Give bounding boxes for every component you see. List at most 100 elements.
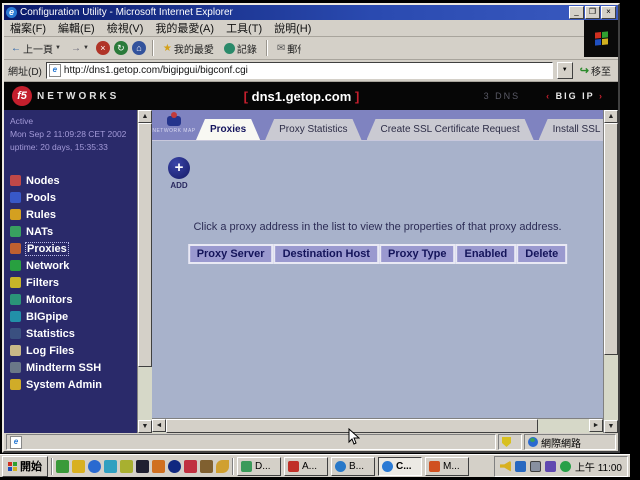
address-label: 網址(D) [8,63,42,78]
menu-view[interactable]: 檢視(V) [107,20,144,36]
sidebar-scroll-track[interactable] [138,123,152,420]
home-button[interactable]: ⌂ [132,41,146,55]
sidebar-item-nats[interactable]: NATs [10,223,137,240]
window-icon [241,461,252,472]
start-button[interactable]: 開始 [2,456,48,477]
maximize-button[interactable]: ❐ [585,6,600,19]
mail-button[interactable]: ✉ 郵件 [274,40,304,57]
tab-create-ssl-certificate-request[interactable]: Create SSL Certificate Request [367,119,534,140]
scroll-down-icon[interactable]: ▼ [604,420,618,433]
sidebar-item-log-files[interactable]: Log Files [10,342,137,359]
zone-label: 網際網路 [541,435,581,450]
taskbar-window-button-2[interactable]: A... [284,457,328,476]
sidebar-scrollbar[interactable]: ▲ ▼ [137,110,152,433]
mail-envelope-icon: ✉ [277,43,285,54]
page-vertical-scrollbar[interactable]: ▲ ▼ [603,110,618,433]
sidebar-item-system-admin[interactable]: System Admin [10,376,137,393]
scroll-up-icon[interactable]: ▲ [604,110,618,123]
ie-app-icon: e [6,7,17,18]
tray-app-icon[interactable] [545,461,556,472]
sidebar-item-network[interactable]: Network [10,257,137,274]
address-dropdown-icon[interactable]: ▼ [557,62,573,79]
sidebar-item-rules[interactable]: Rules [10,206,137,223]
quick-launch-icon[interactable] [120,460,133,473]
close-button[interactable]: × [601,6,616,19]
back-button[interactable]: ← 上一頁 ▼ [8,40,64,57]
quick-launch-icon[interactable] [200,460,213,473]
quick-launch-icon[interactable] [216,460,229,473]
network-map-button[interactable]: NETWORK MAP [152,110,196,140]
sidebar-item-filters[interactable]: Filters [10,274,137,291]
banner-right-nav: 3 DNS ‹ BIG IP › [484,91,604,101]
quick-launch-icon[interactable] [168,460,181,473]
scroll-right-icon[interactable]: ► [589,419,603,432]
sidebar-scroll-thumb[interactable] [138,123,152,367]
taskbar-window-button-3[interactable]: B... [331,457,375,476]
quick-launch-icon[interactable] [56,460,69,473]
go-button[interactable]: ↪ 移至 [577,63,614,78]
menu-help[interactable]: 說明(H) [274,20,311,36]
sidebar-item-nodes[interactable]: Nodes [10,172,137,189]
scroll-left-icon[interactable]: ◄ [152,419,166,432]
ie-window: e Configuration Utility - Microsoft Inte… [2,3,620,453]
sidebar-nav: Active Mon Sep 2 11:09:28 CET 2002 uptim… [4,110,137,433]
menu-file[interactable]: 檔案(F) [10,20,46,36]
menu-tools[interactable]: 工具(T) [226,20,262,36]
add-proxy-button[interactable]: + [168,157,190,179]
column-proxy-server: Proxy Server [188,244,274,264]
minimize-button[interactable]: _ [569,6,584,19]
quick-launch-icon[interactable] [136,460,149,473]
scroll-up-icon[interactable]: ▲ [138,110,152,123]
bigpipe-icon [10,311,21,322]
sidebar-item-mindterm-ssh[interactable]: Mindterm SSH [10,359,137,376]
quick-launch-icon[interactable] [184,460,197,473]
volume-icon[interactable] [500,461,511,472]
v-scroll-thumb[interactable] [604,123,618,355]
network-icon [10,260,21,271]
h-scroll-track[interactable] [166,419,589,433]
title-bar[interactable]: e Configuration Utility - Microsoft Inte… [4,5,618,20]
sidebar-item-statistics[interactable]: Statistics [10,325,137,342]
forward-dropdown-icon[interactable]: ▼ [83,45,89,51]
banner-3dns-link[interactable]: 3 DNS [484,91,521,101]
quick-launch-icon[interactable] [104,460,117,473]
horizontal-scrollbar[interactable]: ◄ ► [152,418,603,433]
tab-proxies[interactable]: Proxies [196,119,260,140]
messenger-icon[interactable] [515,461,526,472]
address-input[interactable]: e http://dns1.getop.com/bigipgui/bigconf… [46,62,553,79]
status-uptime: uptime: 20 days, 15:35:33 [10,141,137,154]
pools-icon [10,192,21,203]
proxies-page: + ADD Click a proxy address in the list … [152,141,603,418]
forward-button[interactable]: → ▼ [68,42,92,55]
scroll-down-icon[interactable]: ▼ [138,420,152,433]
history-button[interactable]: 記錄 [221,40,260,57]
taskbar-window-button-1[interactable]: D... [237,457,281,476]
menu-edit[interactable]: 編輯(E) [58,20,95,36]
quick-launch-icon[interactable] [88,460,101,473]
back-arrow-icon: ← [11,43,21,54]
banner-bigip-link[interactable]: ‹ BIG IP › [546,91,604,101]
favorites-button[interactable]: ★ 我的最愛 [160,40,217,57]
tab-proxy-statistics[interactable]: Proxy Statistics [265,119,361,140]
refresh-button[interactable]: ↻ [114,41,128,55]
tab-install-ssl-certificate[interactable]: Install SSL Certif [539,119,603,140]
sidebar-item-bigpipe[interactable]: BIGpipe [10,308,137,325]
sidebar-item-proxies[interactable]: Proxies [10,240,137,257]
display-icon[interactable] [530,461,541,472]
status-security-pane [498,434,522,450]
taskbar-window-button-4[interactable]: C... [378,457,422,476]
quick-launch-icon[interactable] [152,460,165,473]
mouse-cursor [348,428,360,446]
menu-favorites[interactable]: 我的最愛(A) [155,20,214,36]
sidebar-item-pools[interactable]: Pools [10,189,137,206]
proxy-table-header: Proxy Server Destination Host Proxy Type… [188,244,568,264]
system-status: Active Mon Sep 2 11:09:28 CET 2002 uptim… [10,115,137,154]
stop-button[interactable]: × [96,41,110,55]
v-scroll-track[interactable] [604,123,618,420]
taskbar-window-button-5[interactable]: M... [425,457,469,476]
network-status-icon[interactable] [560,461,571,472]
sidebar-item-monitors[interactable]: Monitors [10,291,137,308]
quick-launch-icon[interactable] [72,460,85,473]
back-dropdown-icon[interactable]: ▼ [55,45,61,51]
column-destination-host: Destination Host [274,244,379,264]
